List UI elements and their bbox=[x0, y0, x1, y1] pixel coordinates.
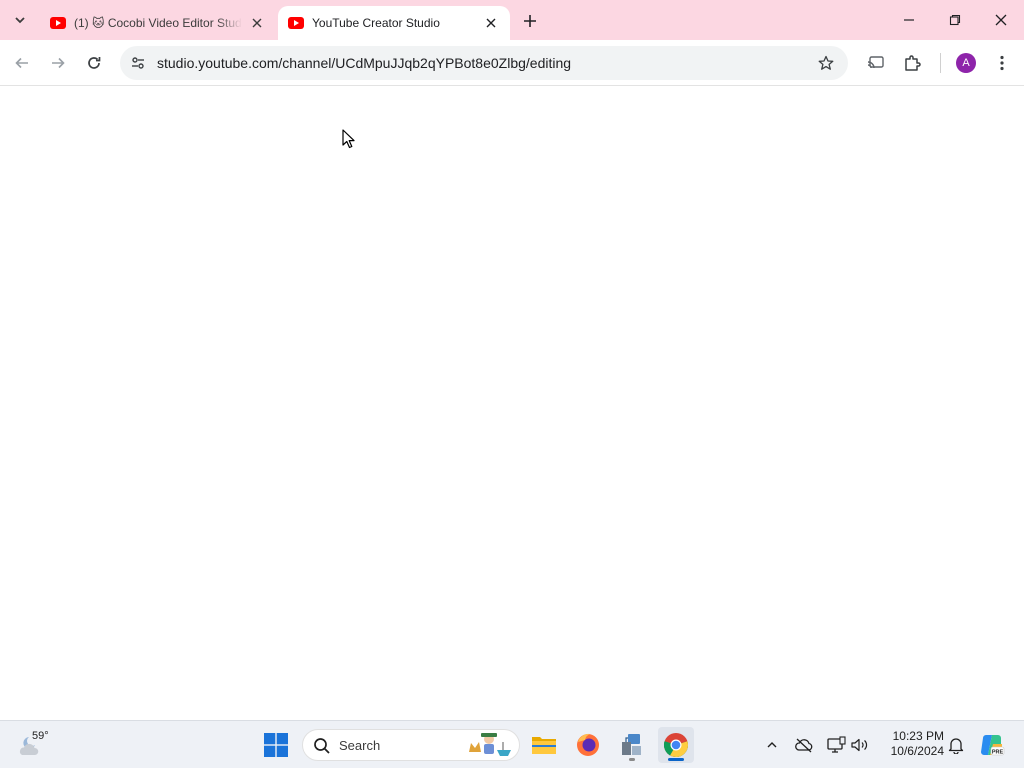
youtube-icon bbox=[288, 17, 304, 29]
tab-cocobi[interactable]: (1) 🐱 Cocobi Video Editor Studio bbox=[40, 6, 276, 40]
tune-icon bbox=[132, 57, 144, 69]
cloud-off-icon bbox=[795, 738, 813, 753]
menu-button[interactable] bbox=[988, 49, 1016, 77]
cast-button[interactable] bbox=[862, 49, 890, 77]
network-app-button[interactable] bbox=[614, 727, 650, 763]
chrome-button[interactable] bbox=[658, 727, 694, 763]
puzzle-icon bbox=[905, 55, 921, 71]
minimize-icon bbox=[904, 19, 914, 21]
restore-icon bbox=[949, 14, 961, 26]
page-content bbox=[0, 87, 1024, 720]
close-window-button[interactable] bbox=[978, 4, 1024, 36]
close-icon bbox=[486, 18, 496, 28]
onedrive-status-button[interactable] bbox=[792, 731, 816, 759]
copilot-icon: PRE bbox=[981, 735, 1005, 756]
search-highlight-illustration-icon bbox=[469, 733, 511, 756]
back-button[interactable] bbox=[8, 49, 36, 77]
extensions-button[interactable] bbox=[898, 49, 926, 77]
arrow-right-icon bbox=[52, 57, 65, 69]
file-explorer-button[interactable] bbox=[526, 727, 562, 763]
tab-youtube-studio[interactable]: YouTube Creator Studio bbox=[278, 6, 510, 40]
system-clock[interactable]: 10:23 PM 10/6/2024 bbox=[878, 729, 944, 759]
bell-icon bbox=[948, 738, 964, 754]
running-indicator bbox=[629, 758, 635, 761]
star-icon bbox=[818, 55, 834, 70]
network-app-icon bbox=[622, 734, 641, 755]
weather-temperature: 59° bbox=[32, 730, 49, 742]
close-icon bbox=[995, 14, 1007, 26]
bookmark-button[interactable] bbox=[816, 53, 836, 73]
toolbar-divider bbox=[940, 53, 941, 73]
network-status-button[interactable] bbox=[824, 731, 848, 759]
forward-button[interactable] bbox=[44, 49, 72, 77]
start-button[interactable] bbox=[258, 727, 294, 763]
notifications-button[interactable] bbox=[944, 731, 968, 759]
youtube-icon bbox=[50, 17, 66, 29]
tab-title: (1) 🐱 Cocobi Video Editor Studio bbox=[74, 16, 242, 30]
clock-time: 10:23 PM bbox=[892, 729, 944, 743]
browser-toolbar: studio.youtube.com/channel/UCdMpuJJqb2qY… bbox=[0, 40, 1024, 86]
volume-button[interactable] bbox=[848, 731, 872, 759]
plus-icon bbox=[524, 15, 536, 27]
mouse-cursor-icon bbox=[342, 129, 355, 149]
profile-avatar[interactable]: A bbox=[956, 53, 976, 73]
copilot-button[interactable]: PRE bbox=[974, 727, 1010, 763]
restore-button[interactable] bbox=[932, 4, 978, 36]
reload-icon bbox=[88, 57, 101, 69]
tab-strip: (1) 🐱 Cocobi Video Editor Studio YouTube… bbox=[0, 0, 1024, 40]
tab-title: YouTube Creator Studio bbox=[312, 16, 440, 30]
show-hidden-icons-button[interactable] bbox=[760, 731, 784, 759]
weather-widget[interactable]: 59° bbox=[16, 727, 56, 763]
volume-icon bbox=[851, 738, 868, 752]
close-tab-button[interactable] bbox=[248, 14, 266, 32]
close-icon bbox=[252, 18, 262, 28]
running-indicator bbox=[668, 758, 684, 761]
reload-button[interactable] bbox=[80, 49, 108, 77]
new-tab-button[interactable] bbox=[518, 9, 542, 33]
url-text: studio.youtube.com/channel/UCdMpuJJqb2qY… bbox=[157, 55, 572, 71]
taskbar-search-box[interactable]: Search bbox=[302, 729, 520, 761]
cast-icon bbox=[867, 56, 884, 69]
chrome-icon bbox=[664, 733, 688, 757]
search-icon bbox=[314, 738, 330, 754]
firefox-icon bbox=[577, 733, 599, 756]
tab-search-button[interactable] bbox=[6, 8, 34, 32]
windows-start-icon bbox=[264, 733, 288, 757]
arrow-left-icon bbox=[15, 57, 28, 69]
clock-date: 10/6/2024 bbox=[890, 744, 944, 758]
firefox-button[interactable] bbox=[570, 727, 606, 763]
minimize-button[interactable] bbox=[886, 4, 932, 36]
file-explorer-icon bbox=[532, 737, 556, 754]
search-label: Search bbox=[339, 738, 381, 753]
chevron-up-icon bbox=[767, 742, 777, 748]
site-info-button[interactable] bbox=[126, 51, 150, 75]
svg-text:PRE: PRE bbox=[992, 749, 1004, 755]
network-icon bbox=[827, 736, 846, 753]
chevron-down-icon bbox=[15, 17, 25, 24]
taskbar: 59° Search 10:23 PM 10/6/2024 PRE bbox=[0, 720, 1024, 768]
address-bar[interactable]: studio.youtube.com/channel/UCdMpuJJqb2qY… bbox=[120, 46, 848, 80]
kebab-menu-icon bbox=[1000, 55, 1004, 71]
close-tab-button[interactable] bbox=[482, 14, 500, 32]
